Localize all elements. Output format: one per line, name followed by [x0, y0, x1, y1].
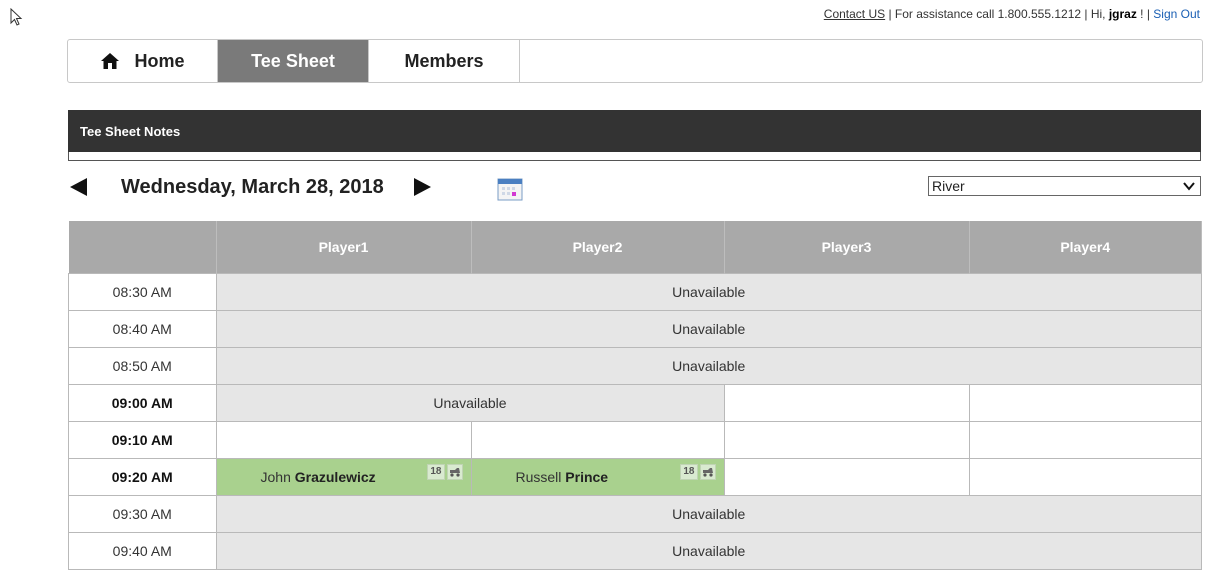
unavailable-cell: Unavailable: [215, 273, 1202, 311]
tee-sheet-table: Player1 Player2 Player3 Player4 08:30 AM…: [68, 221, 1202, 570]
tab-members[interactable]: Members: [369, 40, 520, 82]
open-slot-player4[interactable]: [968, 458, 1202, 496]
open-slot-player1[interactable]: [215, 421, 472, 459]
header-time: [68, 221, 217, 274]
player-first-name: Russell: [515, 469, 562, 485]
player-last-name: Prince: [565, 469, 609, 485]
next-day-button[interactable]: [413, 178, 431, 196]
table-row: 08:30 AM Unavailable: [68, 273, 1202, 311]
tab-tee-sheet-label: Tee Sheet: [251, 50, 335, 71]
contact-us-link[interactable]: Contact US: [824, 7, 885, 21]
booked-slot-player2[interactable]: Russell Prince 18: [470, 458, 725, 496]
tee-sheet-notes-title: Tee Sheet Notes: [80, 123, 181, 139]
previous-day-button[interactable]: [70, 178, 87, 196]
header-player4: Player4: [969, 221, 1202, 274]
tee-time: 08:40 AM: [68, 310, 217, 348]
tab-home[interactable]: Home: [68, 40, 218, 82]
tee-time: 09:40 AM: [68, 532, 217, 570]
mouse-cursor-icon: [10, 8, 23, 26]
tab-tee-sheet[interactable]: Tee Sheet: [218, 40, 369, 82]
open-slot-player4[interactable]: [968, 421, 1202, 459]
golf-cart-icon: [699, 464, 716, 480]
tee-time: 09:30 AM: [68, 495, 217, 533]
table-row: 09:00 AM Unavailable: [68, 384, 1202, 422]
assistance-text: | For assistance call 1.800.555.1212 | H…: [885, 7, 1109, 21]
date-navigator: Wednesday, March 28, 2018: [70, 172, 523, 202]
table-row: 08:40 AM Unavailable: [68, 310, 1202, 348]
player-badges: 18: [427, 464, 463, 480]
player-name: Russell Prince: [516, 469, 609, 485]
golf-cart-icon: [446, 464, 463, 480]
username: jgraz: [1108, 7, 1137, 21]
table-row: 09:10 AM: [68, 421, 1202, 459]
current-date: Wednesday, March 28, 2018: [121, 175, 384, 198]
player-first-name: John: [260, 469, 291, 485]
header-player2: Player2: [471, 221, 725, 274]
open-slot-player3[interactable]: [723, 384, 970, 422]
player-badges: 18: [680, 464, 716, 480]
tee-time: 08:30 AM: [68, 273, 217, 311]
course-select-value: River: [932, 178, 965, 194]
holes-badge: 18: [427, 464, 445, 480]
player-last-name: Grazulewicz: [294, 469, 376, 485]
tee-time: 09:10 AM: [68, 421, 217, 459]
course-select[interactable]: River: [928, 176, 1201, 196]
table-row: 09:30 AM Unavailable: [68, 495, 1202, 533]
table-row: 09:40 AM Unavailable: [68, 532, 1202, 570]
tee-time: 09:00 AM: [68, 384, 217, 422]
greeting-suffix: ! |: [1136, 7, 1154, 21]
open-slot-player3[interactable]: [723, 421, 970, 459]
tab-home-label: Home: [134, 50, 185, 71]
tee-sheet-notes-header: Tee Sheet Notes: [68, 110, 1201, 152]
tab-members-label: Members: [404, 50, 484, 71]
table-header-row: Player1 Player2 Player3 Player4: [68, 221, 1202, 274]
player-name: John Grazulewicz: [261, 469, 376, 485]
tee-time: 08:50 AM: [68, 347, 217, 385]
header-player1: Player1: [216, 221, 472, 274]
holes-badge: 18: [680, 464, 698, 480]
open-slot-player3[interactable]: [723, 458, 970, 496]
tee-time: 09:20 AM: [68, 458, 217, 496]
unavailable-cell: Unavailable: [215, 532, 1202, 570]
unavailable-cell: Unavailable: [215, 495, 1202, 533]
calendar-icon[interactable]: [497, 177, 523, 201]
booked-slot-player1[interactable]: John Grazulewicz 18: [215, 458, 472, 496]
unavailable-cell: Unavailable: [215, 347, 1202, 385]
chevron-down-icon: [1183, 182, 1195, 191]
open-slot-player4[interactable]: [968, 384, 1202, 422]
main-nav: Home Tee Sheet Members: [67, 39, 1203, 83]
table-row: 09:20 AM John Grazulewicz 18 Russell Pri…: [68, 458, 1202, 496]
top-utility-bar: Contact US | For assistance call 1.800.5…: [824, 7, 1200, 21]
table-row: 08:50 AM Unavailable: [68, 347, 1202, 385]
open-slot-player2[interactable]: [470, 421, 725, 459]
home-icon: [101, 53, 120, 69]
header-player3: Player3: [724, 221, 970, 274]
unavailable-cell: Unavailable: [215, 384, 725, 422]
unavailable-cell: Unavailable: [215, 310, 1202, 348]
sign-out-link[interactable]: Sign Out: [1153, 7, 1200, 21]
tee-sheet-notes-body: [68, 152, 1201, 161]
